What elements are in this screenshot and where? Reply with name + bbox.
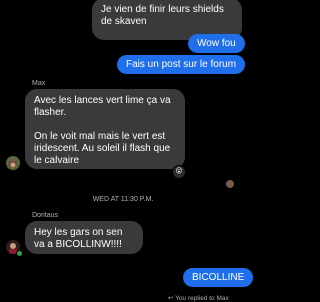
message-text: Avec les lances vert lime ça va flasher. bbox=[34, 95, 171, 118]
sender-name: Max bbox=[32, 80, 46, 87]
message-bubble[interactable]: Hey les gars on sen va a BICOLLINW!!!! bbox=[25, 221, 143, 254]
message-text: Je vien de finir leurs shields de skaven bbox=[101, 4, 224, 27]
message-text: BICOLLINE bbox=[192, 272, 245, 283]
reply-indicator: ↩ You replied to Max bbox=[168, 295, 229, 302]
date-divider: WED AT 11:30 P.M. bbox=[92, 196, 154, 203]
message-bubble[interactable]: Fais un post sur le forum bbox=[117, 55, 246, 74]
reaction-badge[interactable]: 😮 bbox=[172, 165, 186, 179]
read-receipt-avatar bbox=[226, 180, 234, 188]
message-text: On le voit mal mais le vert est iridesce… bbox=[34, 131, 171, 166]
message-bubble[interactable]: BICOLLINE bbox=[183, 268, 254, 287]
sender-name: Doritaus bbox=[32, 212, 59, 219]
message-text: Wow fou bbox=[197, 38, 236, 49]
avatar-image-icon bbox=[8, 161, 18, 168]
message-bubble[interactable]: Avec les lances vert lime ça va flasher.… bbox=[25, 89, 185, 169]
message-bubble[interactable]: Wow fou bbox=[188, 34, 245, 53]
message-text: Fais un post sur le forum bbox=[126, 59, 237, 70]
avatar[interactable] bbox=[6, 156, 20, 170]
online-indicator bbox=[16, 250, 23, 257]
message-text: Hey les gars on sen va a BICOLLINW!!!! bbox=[34, 227, 123, 250]
